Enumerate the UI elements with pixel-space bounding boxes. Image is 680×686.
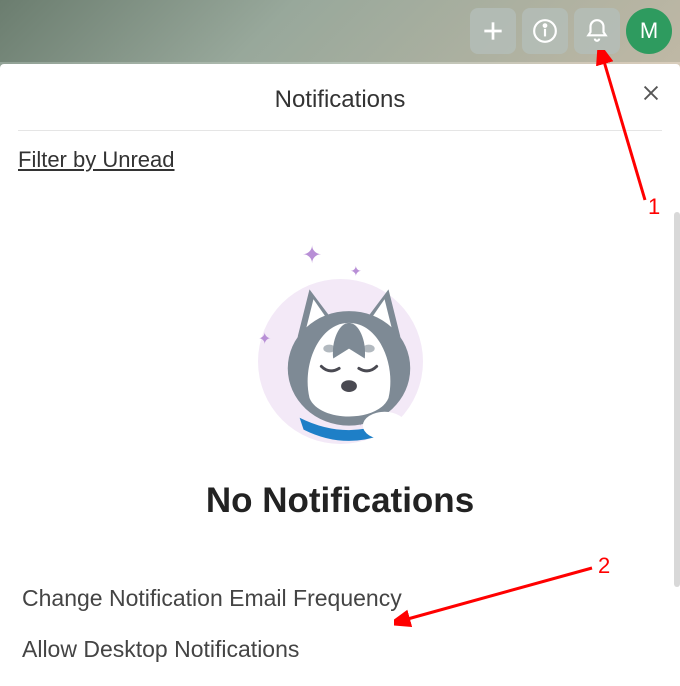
husky-icon xyxy=(270,269,428,443)
bell-icon xyxy=(584,18,610,44)
filter-row: Filter by Unread xyxy=(0,131,680,181)
empty-state-title: No Notifications xyxy=(0,481,680,521)
scrollbar[interactable] xyxy=(674,212,680,587)
info-icon xyxy=(532,18,558,44)
notifications-button[interactable] xyxy=(574,8,620,54)
close-button[interactable] xyxy=(636,78,666,108)
panel-header: Notifications xyxy=(18,64,662,131)
sparkle-icon: ✦ xyxy=(302,241,322,270)
change-email-frequency-link[interactable]: Change Notification Email Frequency xyxy=(0,573,680,624)
allow-desktop-notifications-link[interactable]: Allow Desktop Notifications xyxy=(0,624,680,675)
add-button[interactable] xyxy=(470,8,516,54)
close-icon xyxy=(640,82,662,104)
notifications-panel: Notifications Filter by Unread ✦ ✦ ✦ ✦ xyxy=(0,64,680,686)
plus-icon xyxy=(480,18,506,44)
user-avatar[interactable]: M xyxy=(626,8,672,54)
empty-illustration: ✦ ✦ ✦ ✦ xyxy=(250,241,430,451)
avatar-initial: M xyxy=(640,18,658,44)
header-bar: M xyxy=(0,0,680,62)
panel-title: Notifications xyxy=(275,86,406,113)
filter-unread-link[interactable]: Filter by Unread xyxy=(18,147,175,172)
empty-state: ✦ ✦ ✦ ✦ xyxy=(0,181,680,573)
info-button[interactable] xyxy=(522,8,568,54)
